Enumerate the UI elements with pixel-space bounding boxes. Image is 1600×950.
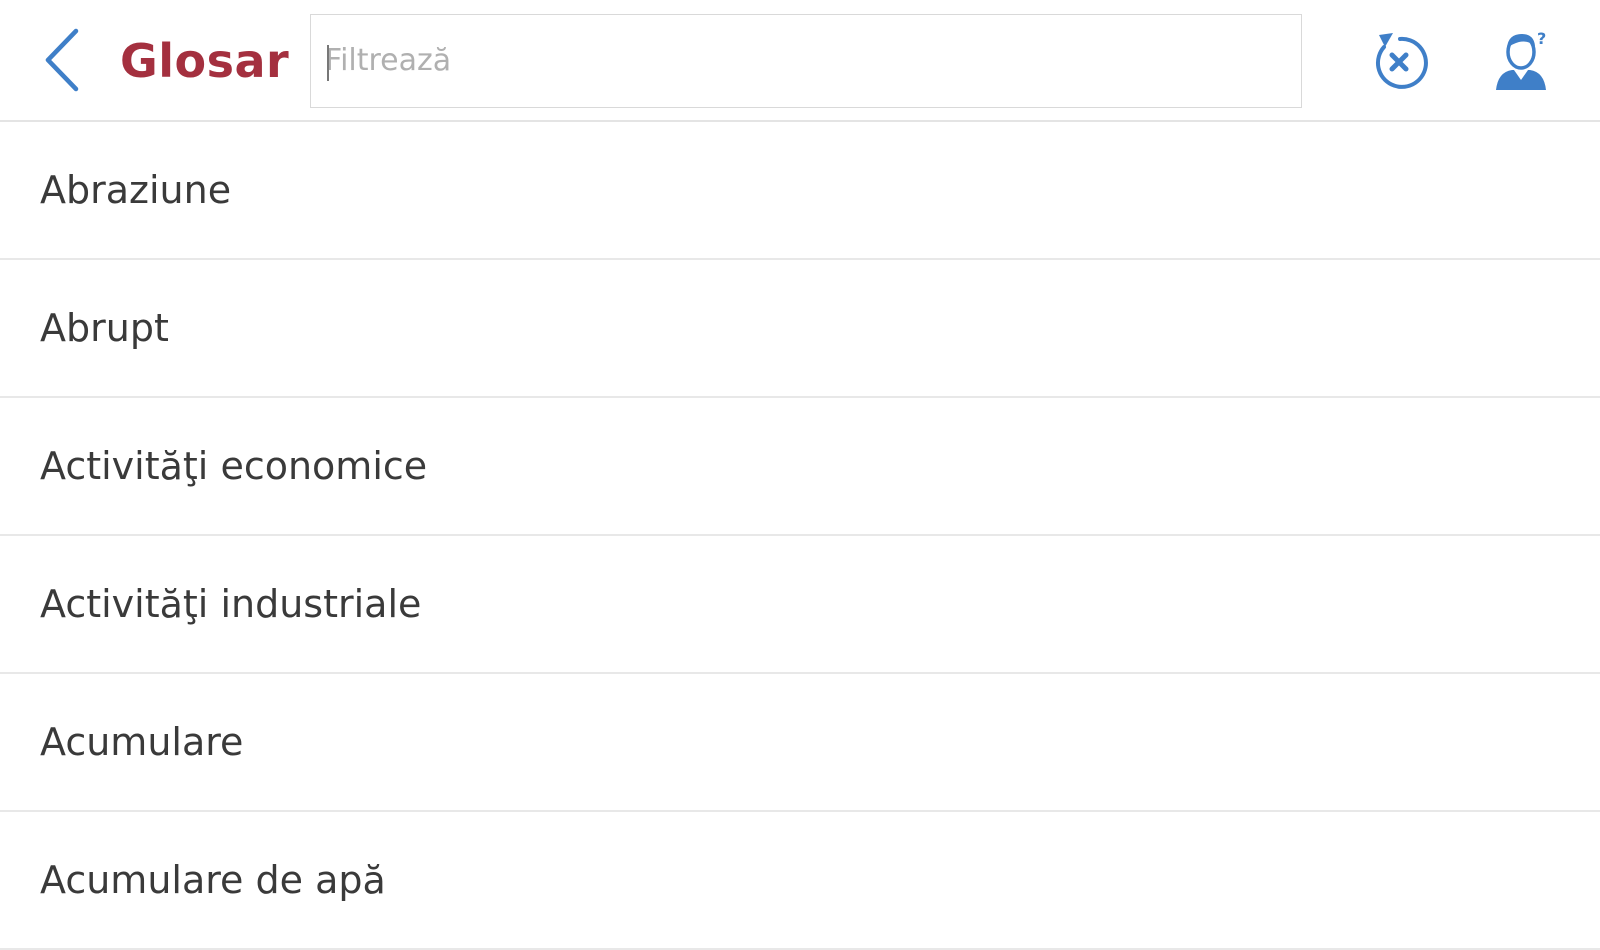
top-bar: Glosar ? bbox=[0, 0, 1600, 122]
glossary-item[interactable]: Acumulare de apă bbox=[0, 812, 1600, 950]
page-title: Glosar bbox=[120, 34, 290, 88]
glossary-item[interactable]: Activităţi economice bbox=[0, 398, 1600, 536]
reset-close-icon bbox=[1375, 33, 1428, 89]
user-help-button[interactable]: ? bbox=[1486, 26, 1556, 96]
reset-filter-button[interactable] bbox=[1365, 26, 1435, 96]
glossary-item[interactable]: Abraziune bbox=[0, 122, 1600, 260]
user-help-icon: ? bbox=[1496, 29, 1546, 90]
text-caret bbox=[327, 45, 329, 81]
glossary-item[interactable]: Acumulare bbox=[0, 674, 1600, 812]
glossary-item-label: Acumulare bbox=[40, 720, 244, 764]
svg-text:?: ? bbox=[1537, 29, 1546, 48]
filter-input[interactable] bbox=[325, 15, 1285, 106]
glossary-item[interactable]: Abrupt bbox=[0, 260, 1600, 398]
glossary-item-label: Activităţi economice bbox=[40, 444, 428, 488]
glossary-item-label: Acumulare de apă bbox=[40, 858, 386, 902]
glossary-item-label: Activităţi industriale bbox=[40, 582, 422, 626]
glossary-item[interactable]: Activităţi industriale bbox=[0, 536, 1600, 674]
glossary-item-label: Abrupt bbox=[40, 306, 169, 350]
glossary-item-label: Abraziune bbox=[40, 168, 232, 212]
back-button[interactable] bbox=[34, 24, 90, 96]
search-box[interactable] bbox=[310, 14, 1302, 108]
chevron-left-icon bbox=[45, 28, 79, 92]
glossary-list: Abraziune Abrupt Activităţi economice Ac… bbox=[0, 122, 1600, 950]
